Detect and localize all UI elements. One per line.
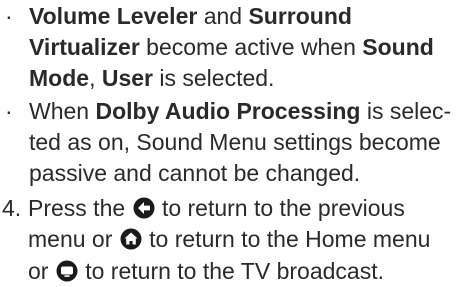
step-text: or: [28, 258, 49, 284]
bold-term: Dolby Audio Processing: [95, 98, 361, 124]
step-text: to return to the previous: [161, 195, 405, 221]
bullet-text: Volume Leveler and Surround Virtualizer …: [29, 3, 434, 91]
text-run: When: [29, 98, 96, 124]
note-bullet-list: · Volume Leveler and Surround Virtualize…: [2, 1, 464, 191]
step-text: Press the: [28, 195, 126, 221]
step-line: or to return to the TV broadcast.: [2, 256, 468, 287]
home-icon: [120, 228, 142, 250]
step-number: 4.: [2, 195, 22, 221]
text-run: become active when: [139, 34, 363, 60]
tv-icon: [56, 260, 78, 282]
step-text: to return to the Home menu: [149, 226, 431, 252]
step-line: menu or to return to the Home menu: [2, 224, 468, 255]
note-bullet-item: · When Dolby Audio Processing is selec-t…: [2, 96, 464, 189]
numbered-step: 4. Press the to return to the previous me…: [2, 193, 468, 287]
text-run: and: [197, 3, 249, 29]
document-page: · Volume Leveler and Surround Virtualize…: [0, 0, 470, 286]
bold-term: User: [101, 65, 153, 91]
step-line: 4. Press the to return to the previous: [2, 193, 468, 224]
bold-term: Volume Leveler: [29, 3, 198, 29]
bullet-marker: ·: [5, 98, 13, 124]
step-text: menu or: [28, 226, 113, 252]
step-text: to return to the TV broadcast.: [85, 258, 384, 284]
bullet-marker: ·: [5, 3, 13, 29]
bullet-text: When Dolby Audio Processing is selec-ted…: [29, 98, 451, 186]
text-run: is selected.: [153, 65, 275, 91]
back-arrow-icon: [133, 197, 155, 219]
note-bullet-item: · Volume Leveler and Surround Virtualize…: [2, 1, 464, 94]
text-run: ,: [89, 65, 102, 91]
